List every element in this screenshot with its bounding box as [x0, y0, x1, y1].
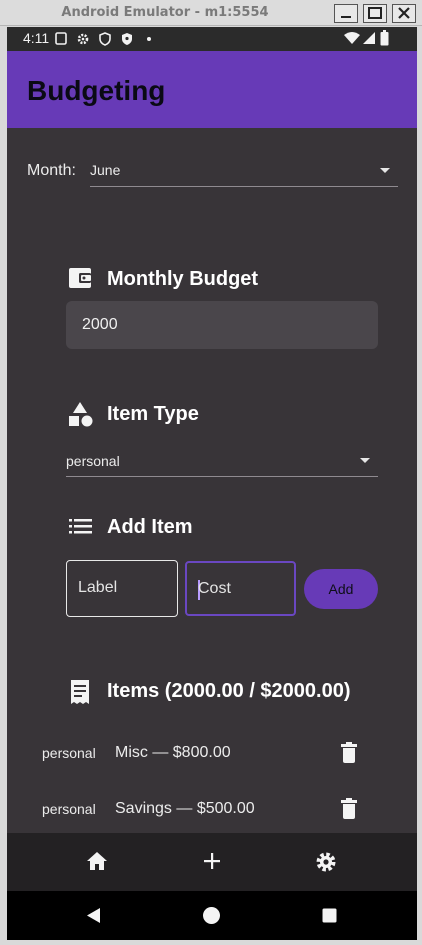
add-item-heading: Add Item — [107, 516, 193, 538]
month-dropdown-arrow-icon — [380, 168, 390, 173]
month-selected-value: June — [90, 162, 121, 178]
emulator-window-title: Android Emulator - m1:5554 — [61, 5, 269, 20]
item-type-dropdown[interactable]: personal — [66, 447, 378, 479]
home-icon[interactable] — [86, 851, 108, 871]
item-type-dropdown-arrow-icon — [360, 458, 370, 463]
item-label-placeholder: Label — [78, 579, 118, 596]
shield-icon — [99, 32, 111, 46]
emulator-title-bar: Android Emulator - m1:5554 — [0, 0, 422, 26]
maximize-icon — [368, 7, 382, 19]
battery-icon — [380, 30, 389, 46]
monthly-budget-input[interactable]: 2000 — [66, 301, 378, 349]
monthly-budget-heading: Monthly Budget — [107, 268, 259, 290]
wallet-icon — [69, 268, 91, 288]
recents-icon[interactable] — [322, 908, 337, 923]
app-bar: Budgeting — [7, 51, 417, 128]
status-time: 4:11 — [23, 30, 50, 46]
shapes-icon — [69, 402, 93, 427]
back-icon[interactable] — [86, 907, 102, 924]
close-button[interactable] — [392, 4, 416, 23]
minimize-button[interactable] — [334, 4, 358, 23]
item-type-label: personal — [42, 745, 96, 761]
item-label-input[interactable]: Label — [66, 560, 178, 617]
settings-icon[interactable] — [315, 851, 337, 873]
sim-card-icon — [55, 32, 67, 45]
add-item-button[interactable]: Add — [304, 569, 378, 609]
system-navigation-bar — [7, 891, 417, 940]
items-heading: Items (2000.00 / $2000.00) — [107, 680, 351, 702]
monthly-budget-value: 2000 — [82, 316, 118, 333]
item-description: Savings — $500.00 — [115, 800, 255, 817]
list-icon — [69, 519, 92, 534]
month-dropdown[interactable]: June — [90, 155, 398, 187]
list-item: personal Misc — $800.00 — [7, 737, 417, 769]
month-label: Month: — [27, 162, 76, 179]
wifi-icon — [344, 32, 360, 44]
list-item: personal Savings — $500.00 — [7, 793, 417, 825]
item-cost-input[interactable]: Cost — [185, 561, 296, 616]
maximize-button[interactable] — [363, 4, 387, 23]
delete-icon[interactable] — [340, 742, 358, 764]
item-cost-placeholder: Cost — [198, 580, 231, 597]
month-dropdown-underline — [90, 186, 398, 187]
delete-icon[interactable] — [340, 798, 358, 820]
security-icon — [122, 33, 132, 45]
item-type-heading: Item Type — [107, 403, 199, 425]
add-icon[interactable] — [202, 851, 222, 871]
status-bar: 4:11 — [7, 27, 417, 51]
app-title: Budgeting — [27, 75, 166, 106]
minimize-icon — [341, 16, 351, 18]
item-description: Misc — $800.00 — [115, 744, 231, 761]
item-type-dropdown-underline — [66, 476, 378, 477]
notification-dot-icon — [147, 37, 151, 41]
signal-icon — [363, 32, 375, 44]
gear-status-icon — [77, 33, 89, 45]
device-screen: 4:11 Budgeting Month: June Monthly Budge… — [7, 27, 417, 940]
close-icon — [398, 7, 410, 19]
item-type-selected-value: personal — [66, 453, 120, 469]
home-circle-icon[interactable] — [202, 906, 221, 925]
item-type-label: personal — [42, 801, 96, 817]
receipt-icon — [71, 680, 89, 704]
bottom-navigation — [7, 833, 417, 891]
